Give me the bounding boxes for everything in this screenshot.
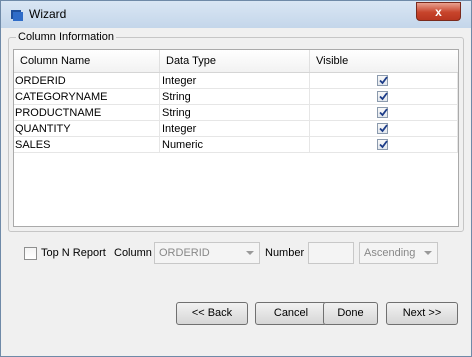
- next-button[interactable]: Next >>: [386, 302, 458, 325]
- visible-checkbox[interactable]: [377, 107, 388, 118]
- column-name-cell: CATEGORYNAME: [14, 89, 160, 105]
- table-row[interactable]: ORDERID Integer: [14, 73, 458, 89]
- visible-cell: [310, 73, 458, 89]
- column-name-cell: QUANTITY: [14, 121, 160, 137]
- checkmark-icon: [379, 140, 388, 149]
- checkmark-icon: [379, 92, 388, 101]
- table-row[interactable]: CATEGORYNAME String: [14, 89, 458, 105]
- column-name-cell: ORDERID: [14, 73, 160, 89]
- data-type-cell: String: [160, 105, 310, 121]
- back-button[interactable]: << Back: [176, 302, 248, 325]
- cancel-button[interactable]: Cancel: [255, 302, 327, 325]
- app-icon: [11, 10, 23, 21]
- data-type-cell: Integer: [160, 121, 310, 137]
- close-button[interactable]: x: [416, 2, 461, 21]
- visible-checkbox[interactable]: [377, 139, 388, 150]
- data-type-cell: Integer: [160, 73, 310, 89]
- checkmark-icon: [379, 76, 388, 85]
- visible-checkbox[interactable]: [377, 75, 388, 86]
- top-n-report-checkbox[interactable]: [24, 247, 37, 260]
- checkmark-icon: [379, 124, 388, 133]
- sort-order-value: Ascending: [364, 247, 416, 259]
- table-row[interactable]: QUANTITY Integer: [14, 121, 458, 137]
- header-column-name[interactable]: Column Name: [14, 50, 160, 72]
- data-type-cell: String: [160, 89, 310, 105]
- header-data-type[interactable]: Data Type: [160, 50, 310, 72]
- data-type-cell: Numeric: [160, 137, 310, 153]
- sort-order-select[interactable]: Ascending: [359, 242, 438, 264]
- number-input[interactable]: [308, 242, 354, 264]
- chevron-down-icon: [246, 251, 254, 255]
- number-label: Number: [265, 247, 305, 259]
- visible-cell: [310, 89, 458, 105]
- chevron-down-icon: [424, 251, 432, 255]
- window-title: Wizard: [29, 7, 67, 21]
- table-row[interactable]: PRODUCTNAME String: [14, 105, 458, 121]
- column-table: Column Name Data Type Visible ORDERID In…: [13, 49, 459, 227]
- column-label: Column: [114, 247, 152, 259]
- wizard-window: Wizard x Column Information Column Name …: [0, 0, 472, 357]
- checkmark-icon: [379, 108, 388, 117]
- title-bar: Wizard: [1, 1, 471, 28]
- done-button[interactable]: Done: [323, 302, 378, 325]
- table-row[interactable]: SALES Numeric: [14, 137, 458, 153]
- visible-checkbox[interactable]: [377, 91, 388, 102]
- column-name-cell: SALES: [14, 137, 160, 153]
- visible-cell: [310, 105, 458, 121]
- visible-cell: [310, 137, 458, 153]
- column-select-value: ORDERID: [159, 247, 210, 259]
- column-name-cell: PRODUCTNAME: [14, 105, 160, 121]
- table-header: Column Name Data Type Visible: [14, 50, 458, 73]
- top-n-report-label: Top N Report: [41, 247, 106, 259]
- visible-cell: [310, 121, 458, 137]
- column-information-label: Column Information: [16, 31, 116, 43]
- column-select[interactable]: ORDERID: [154, 242, 260, 264]
- close-icon: x: [435, 5, 442, 19]
- header-visible[interactable]: Visible: [310, 50, 458, 72]
- visible-checkbox[interactable]: [377, 123, 388, 134]
